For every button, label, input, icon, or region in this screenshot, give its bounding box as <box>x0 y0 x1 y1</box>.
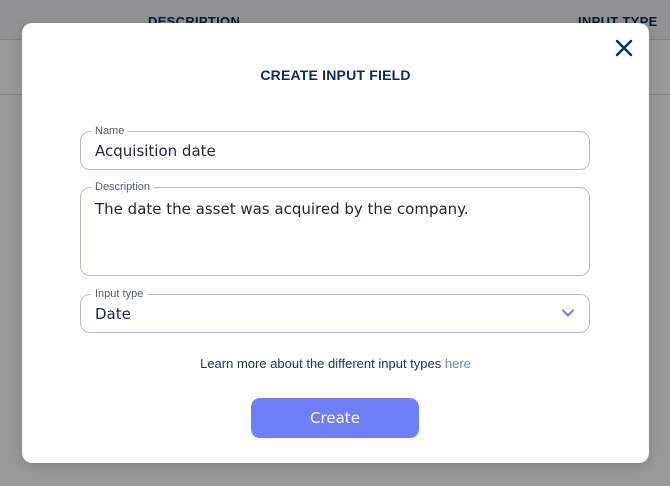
description-field[interactable]: Description The date the asset was acqui… <box>80 180 590 276</box>
learn-more-link[interactable]: here <box>445 356 471 371</box>
learn-more-text: Learn more about the different input typ… <box>22 356 649 371</box>
name-field-value[interactable]: Acquisition date <box>95 142 216 160</box>
input-type-select[interactable]: Input type Date <box>80 287 590 333</box>
input-type-label: Input type <box>91 287 148 301</box>
create-input-field-dialog: CREATE INPUT FIELD Name Acquisition date… <box>22 23 649 463</box>
dialog-title: CREATE INPUT FIELD <box>260 67 411 83</box>
name-field[interactable]: Name Acquisition date <box>80 124 590 170</box>
name-field-label: Name <box>91 124 129 138</box>
description-field-label: Description <box>91 180 155 194</box>
create-button[interactable]: Create <box>251 398 419 438</box>
close-icon <box>615 39 633 57</box>
description-field-value[interactable]: The date the asset was acquired by the c… <box>95 200 469 218</box>
close-button[interactable] <box>613 37 635 59</box>
learn-more-label: Learn more about the different input typ… <box>200 356 442 371</box>
chevron-down-icon[interactable] <box>561 308 575 318</box>
input-type-value: Date <box>95 305 131 323</box>
